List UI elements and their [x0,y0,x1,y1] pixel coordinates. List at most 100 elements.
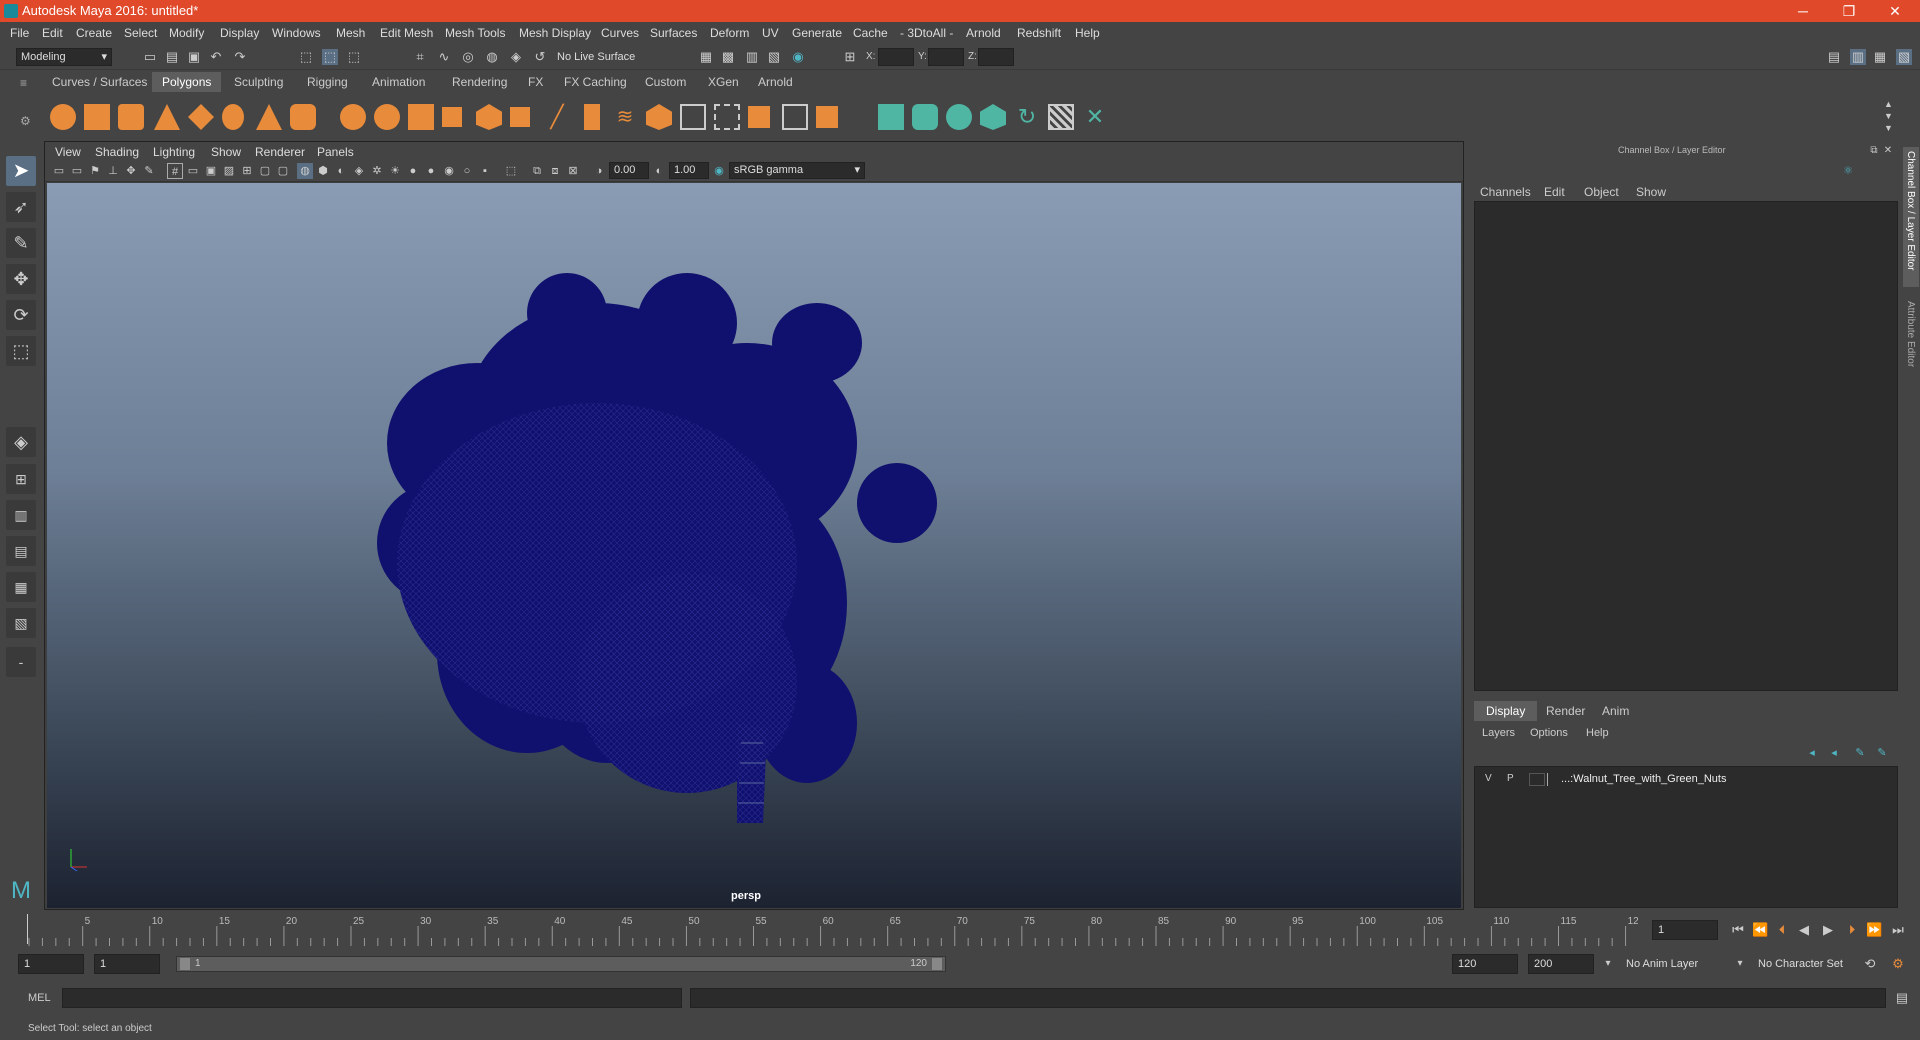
y-field[interactable] [928,48,964,66]
vp-menu-shading[interactable]: Shading [95,145,139,159]
step-back-key-icon[interactable]: ⏴ [1774,922,1790,938]
textured-icon[interactable]: ◈ [351,163,367,179]
select-component-icon[interactable]: ⬚ [346,49,362,65]
cb-menu-channels[interactable]: Channels [1480,185,1531,199]
menu-cache[interactable]: Cache [853,26,888,40]
layer-menu-help[interactable]: Help [1586,727,1609,739]
x-field[interactable] [878,48,914,66]
menu-mesh[interactable]: Mesh [336,26,365,40]
step-forward-key-icon[interactable]: ⏵ [1844,922,1860,938]
restore-icon[interactable]: ❐ [1826,0,1872,22]
channel-box-mode-icon[interactable]: ⚛ [1840,163,1856,179]
scale-tool-icon[interactable]: ⬚ [6,336,36,366]
field-chart-icon[interactable]: ⊞ [239,163,255,179]
color-management-icon[interactable]: ◉ [711,163,727,179]
menu-3dtoall[interactable]: - 3DtoAll - [900,26,953,40]
layer-menu-options[interactable]: Options [1530,727,1568,739]
layout-persp-outliner-icon[interactable]: ▥ [6,500,36,530]
menu-display[interactable]: Display [220,26,259,40]
multi-cut-icon[interactable] [714,104,740,130]
select-hierarchy-icon[interactable]: ⬚ [298,49,314,65]
smooth-icon[interactable] [442,107,462,127]
anim-layer-dropdown[interactable]: No Anim Layer [1620,954,1738,974]
poly-pipe-icon[interactable] [290,104,316,130]
vp-menu-view[interactable]: View [55,145,81,159]
collapse-icon[interactable] [816,106,838,128]
go-to-start-icon[interactable]: ⏮ [1730,922,1746,938]
poly-cylinder-icon[interactable] [118,104,144,130]
target-weld-icon[interactable] [748,106,770,128]
shelf-tab-arnold[interactable]: Arnold [748,72,803,92]
z-field[interactable] [978,48,1014,66]
move-layer-down-icon[interactable]: ◂ [1826,745,1842,761]
grease-pencil-icon[interactable]: ✎ [141,163,157,179]
menu-deform[interactable]: Deform [710,26,749,40]
wireframe-icon[interactable]: ◍ [297,163,313,179]
extract-icon[interactable] [408,104,434,130]
mirror-icon[interactable] [510,107,530,127]
separate-icon[interactable] [374,104,400,130]
isolate-select-icon[interactable]: ▪ [477,163,493,179]
command-input[interactable] [62,988,682,1008]
menu-select[interactable]: Select [124,26,157,40]
layout-render-icon[interactable]: ▧ [6,608,36,638]
camera-view-icon[interactable]: ⊠ [565,163,581,179]
menu-redshift[interactable]: Redshift [1017,26,1061,40]
colorspace-dropdown[interactable]: sRGB gamma ▾ [729,162,865,179]
tool-settings-icon[interactable]: ▦ [1872,49,1888,65]
bridge-icon[interactable]: ≋ [612,104,638,130]
shelf-tab-fx-caching[interactable]: FX Caching [554,72,637,92]
channel-box-list[interactable] [1474,201,1898,691]
mode-dropdown[interactable]: Modeling ▾ [16,48,112,66]
gamma-icon[interactable]: ◐ [651,163,667,179]
uv-automatic-icon[interactable] [980,104,1006,130]
move-layer-up-icon[interactable]: ◂ [1804,745,1820,761]
step-forward-icon[interactable]: ⏩ [1866,922,1882,938]
chevron-down-icon[interactable]: ▾ [1600,956,1616,972]
menu-curves[interactable]: Curves [601,26,639,40]
close-panel-icon[interactable]: ✕ [1880,143,1896,159]
menu-mesh-display[interactable]: Mesh Display [519,26,591,40]
menu-create[interactable]: Create [76,26,112,40]
render-view-icon[interactable]: ▦ [698,49,714,65]
animation-end-field[interactable]: 200 [1528,954,1594,974]
range-start-handle[interactable] [180,958,190,970]
shelf-scroll-icon[interactable]: ▲ ▼ ▼ [1884,98,1893,134]
close-icon[interactable]: ✕ [1872,0,1918,22]
play-forwards-icon[interactable]: ▶ [1820,922,1836,938]
animation-preferences-icon[interactable]: ⚙ [1890,956,1906,972]
shelf-tab-custom[interactable]: Custom [635,72,696,92]
film-gate-icon[interactable]: ▭ [185,163,201,179]
motion-blur-icon[interactable]: ● [423,163,439,179]
merge-icon[interactable] [782,104,808,130]
render-current-icon[interactable]: ▩ [720,49,736,65]
history-icon[interactable]: ↺ [532,49,548,65]
four-view-icon[interactable]: ⊞ [6,464,36,494]
3d-scene-view[interactable]: persp [47,183,1461,908]
transform-input-icon[interactable]: ⊞ [842,49,858,65]
snap-curve-icon[interactable]: ∿ [436,49,452,65]
auto-key-icon[interactable]: ⟲ [1862,956,1878,972]
shelf-tab-rendering[interactable]: Rendering [442,72,517,92]
single-perspective-icon[interactable]: ◈ [6,427,36,457]
bevel-icon[interactable]: ╱ [544,104,570,130]
image-plane-icon[interactable]: ⊥ [105,163,121,179]
shadows-icon[interactable]: ☀ [387,163,403,179]
attribute-editor-icon[interactable]: ▥ [1850,49,1866,65]
vp-menu-renderer[interactable]: Renderer [255,145,305,159]
menu-help[interactable]: Help [1075,26,1100,40]
shelf-settings-icon[interactable]: ⚙ [20,114,34,128]
new-layer-selected-icon[interactable]: ✎ [1874,745,1890,761]
reduce-icon[interactable] [476,104,502,130]
cb-menu-show[interactable]: Show [1636,185,1666,199]
side-tab-channel-box[interactable]: Channel Box / Layer Editor [1903,147,1919,287]
ambient-occlusion-icon[interactable]: ● [405,163,421,179]
save-scene-icon[interactable]: ▣ [186,49,202,65]
grid-icon[interactable]: # [167,163,183,179]
fill-hole-icon[interactable] [646,104,672,130]
vp-menu-lighting[interactable]: Lighting [153,145,195,159]
playback-end-field[interactable]: 120 [1452,954,1518,974]
shelf-tab-rigging[interactable]: Rigging [297,72,358,92]
uv-checker-icon[interactable] [1048,104,1074,130]
shelf-tab-sculpting[interactable]: Sculpting [224,72,293,92]
